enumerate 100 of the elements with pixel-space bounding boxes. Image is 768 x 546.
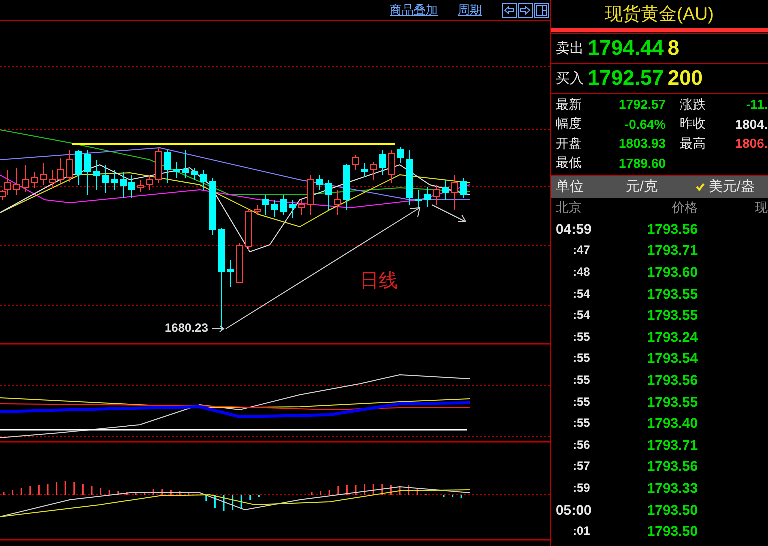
stat-label: 最新 (556, 96, 583, 114)
quote-label: 买入 (556, 70, 584, 88)
tick-time: :54 (572, 286, 592, 301)
stat-label: 开盘 (556, 134, 583, 153)
pointer-arrow (212, 326, 225, 332)
tick-time: :55 (572, 372, 592, 387)
tick-price: 1793.33 (646, 480, 698, 496)
stat-value: 1804. (734, 116, 768, 132)
candlestick (228, 260, 234, 288)
quote-price: 1792.57 (588, 66, 664, 90)
column-header: 北京 (556, 199, 583, 217)
tick-time: :47 (572, 243, 592, 258)
quote-price: 1794.44 (588, 36, 664, 60)
candlestick (76, 150, 82, 186)
candlestick (326, 180, 332, 210)
stat-label: 涨跌 (680, 96, 707, 114)
candlestick (84, 150, 92, 196)
tick-time: :57 (572, 459, 592, 474)
candlestick (434, 184, 440, 206)
candlestick (308, 174, 314, 216)
candlestick (164, 150, 172, 184)
candlestick (398, 146, 404, 164)
candlestick (316, 174, 324, 190)
back-button[interactable] (502, 2, 517, 18)
stat-value: 1789.60 (618, 156, 666, 171)
stat-label: 昨收 (680, 115, 707, 134)
candlestick (174, 162, 180, 178)
tick-time: :55 (572, 330, 592, 344)
panel-toggle-button[interactable] (534, 2, 549, 18)
forward-button[interactable] (518, 2, 533, 18)
candlestick (146, 174, 154, 190)
candlestick (460, 178, 468, 198)
check-icon (696, 183, 705, 191)
tick-time: :55 (572, 394, 592, 409)
candlestick (362, 162, 368, 178)
candlestick (416, 190, 422, 208)
quote-volume: 200 (668, 66, 703, 90)
instrument-title: 现货黄金(AU) (604, 3, 715, 26)
tick-time: :56 (572, 438, 592, 452)
tick-time: :55 (572, 351, 592, 366)
stat-value: -11. (745, 97, 768, 112)
candlestick (156, 148, 162, 184)
tick-time: :48 (572, 264, 592, 279)
candlestick (22, 164, 30, 192)
tick-price: 1793.55 (646, 394, 698, 410)
tick-time: :59 (572, 480, 592, 495)
stat-value: 1792.57 (618, 97, 666, 112)
tick-price: 1793.56 (646, 372, 698, 388)
right-arrow-icon (520, 6, 531, 14)
unit-option[interactable]: 美元/盎 (696, 178, 755, 196)
candlestick (442, 180, 450, 200)
tick-price: 1793.24 (646, 328, 698, 345)
candlestick (352, 154, 360, 170)
candlestick (334, 190, 342, 216)
down-arrow (432, 204, 467, 222)
quote-volume: 8 (668, 36, 680, 60)
candlestick (192, 168, 198, 180)
candlestick (246, 210, 252, 250)
tick-price: 1793.40 (646, 415, 698, 432)
stat-label: 最高 (680, 134, 707, 153)
tick-time: 05:00 (556, 502, 593, 518)
unit-option[interactable]: 元/克 (626, 178, 658, 196)
tick-price: 1793.56 (646, 458, 698, 474)
candlestick (40, 162, 48, 186)
tick-time: 04:59 (556, 220, 593, 237)
unit-label: 单位 (556, 178, 585, 196)
candlestick (370, 162, 378, 180)
stat-value: 1806. (734, 136, 768, 152)
candlestick (272, 200, 278, 218)
tick-time: :54 (572, 308, 592, 322)
candlestick (94, 160, 100, 190)
candlestick (424, 186, 432, 208)
candlestick (66, 150, 74, 182)
toolbar-link[interactable]: 商品叠加 (390, 2, 438, 18)
left-arrow-icon (504, 6, 515, 14)
candlestick (290, 200, 296, 218)
tick-price: 1793.71 (646, 242, 698, 258)
candlestick (236, 242, 244, 284)
tick-price: 1793.60 (646, 264, 698, 280)
tick-price: 1793.55 (646, 307, 698, 324)
candlestick (32, 172, 38, 188)
candlestick (14, 168, 20, 196)
tick-price: 1793.71 (646, 436, 698, 453)
panel-icon (536, 4, 547, 16)
candlestick (112, 170, 118, 190)
toolbar-link[interactable]: 周期 (458, 2, 482, 18)
candlestick (452, 174, 458, 210)
candlestick (388, 150, 396, 184)
candlestick (102, 164, 110, 194)
candlestick (210, 178, 216, 236)
candlestick (406, 150, 414, 206)
low-price-label: 1680.23 (165, 321, 208, 335)
candlestick (280, 194, 288, 216)
period-label: 日线 (360, 270, 398, 294)
stat-value: 1803.93 (618, 136, 666, 152)
quote-label: 卖出 (556, 40, 584, 58)
tick-price: 1793.50 (646, 523, 698, 540)
stat-label: 幅度 (556, 115, 583, 134)
stat-value: -0.64% (624, 116, 666, 132)
column-header: 价格 (671, 199, 698, 217)
